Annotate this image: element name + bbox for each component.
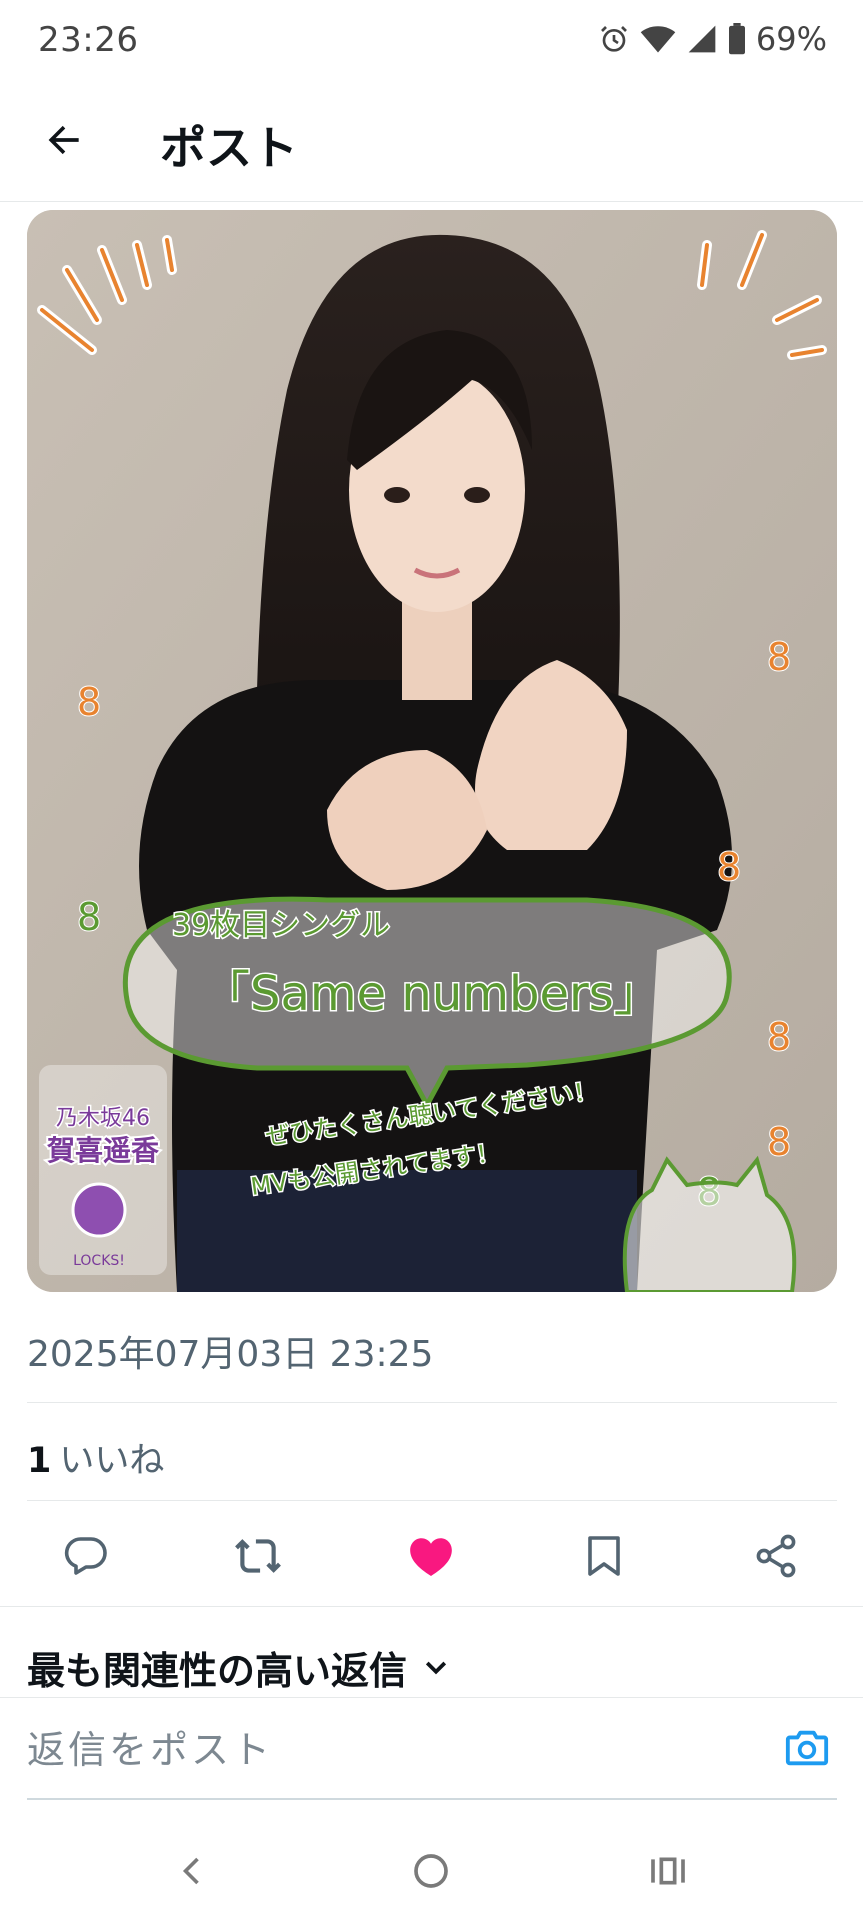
likes-count: 1: [27, 1441, 52, 1481]
nav-recents-button[interactable]: [643, 1846, 693, 1896]
bookmark-icon: [588, 1536, 620, 1576]
nav-recents-icon: [651, 1857, 685, 1885]
camera-button[interactable]: [781, 1722, 833, 1774]
replies-sort-dropdown[interactable]: 最も関連性の高い返信: [27, 1640, 451, 1695]
page-title: ポスト: [160, 121, 298, 175]
status-time: 23:26: [38, 20, 139, 60]
reply-icon: [64, 1537, 107, 1575]
share-button[interactable]: [748, 1528, 804, 1584]
logo-line1: 乃木坂46: [56, 1106, 150, 1131]
app-header: ポスト: [0, 80, 863, 202]
chevron-down-icon: [425, 1661, 447, 1674]
reply-button[interactable]: [58, 1528, 114, 1584]
logo-line3: LOCKS!: [73, 1253, 125, 1269]
nav-home-button[interactable]: [406, 1846, 456, 1896]
retweet-icon: [235, 1539, 281, 1573]
share-icon: [756, 1534, 796, 1578]
svg-text:8: 8: [717, 845, 741, 889]
battery-icon: [728, 23, 746, 55]
svg-text:8: 8: [77, 895, 101, 939]
divider: [27, 1402, 837, 1403]
svg-text:8: 8: [767, 1120, 791, 1164]
camera-icon: [785, 1730, 829, 1766]
divider: [0, 1697, 863, 1698]
reply-input[interactable]: [27, 1720, 727, 1780]
svg-text:8: 8: [767, 635, 791, 679]
status-icons: 69%: [598, 18, 827, 60]
back-button[interactable]: [34, 110, 94, 170]
heart-icon: [410, 1538, 452, 1576]
signal-icon: [686, 23, 718, 55]
action-bar: [0, 1502, 863, 1606]
post-timestamp: 2025年07月03日 23:25: [27, 1334, 434, 1375]
svg-text:8: 8: [767, 1015, 791, 1059]
divider: [0, 1606, 863, 1607]
nav-home-icon: [414, 1854, 448, 1888]
divider: [27, 1500, 837, 1501]
nav-back-icon: [182, 1857, 199, 1885]
reply-box: [27, 1700, 837, 1800]
retweet-button[interactable]: [230, 1528, 286, 1584]
like-button[interactable]: [403, 1528, 459, 1584]
image-single-text: 39枚目シングル: [172, 908, 390, 943]
status-bar: 23:26 69%: [0, 0, 863, 80]
system-nav-bar: [0, 1816, 863, 1920]
battery-percent: 69%: [755, 20, 827, 58]
logo-line2: 賀喜遥香: [46, 1134, 159, 1167]
wifi-icon: [640, 23, 676, 55]
image-song-text: 「Same numbers」: [202, 966, 662, 1022]
replies-sort-label: 最も関連性の高い返信: [27, 1649, 408, 1693]
back-arrow-icon: [48, 125, 79, 155]
nav-back-button[interactable]: [168, 1846, 218, 1896]
alarm-icon: [598, 23, 630, 55]
svg-text:8: 8: [77, 680, 101, 724]
likes-label: いいね: [59, 1441, 165, 1481]
post-image[interactable]: 8 8 8 8 8 8 8 39枚目シングル 「Same numbers」 ぜひ…: [27, 210, 837, 1292]
bookmark-button[interactable]: [576, 1528, 632, 1584]
likes-row[interactable]: 1 いいね: [27, 1432, 164, 1483]
